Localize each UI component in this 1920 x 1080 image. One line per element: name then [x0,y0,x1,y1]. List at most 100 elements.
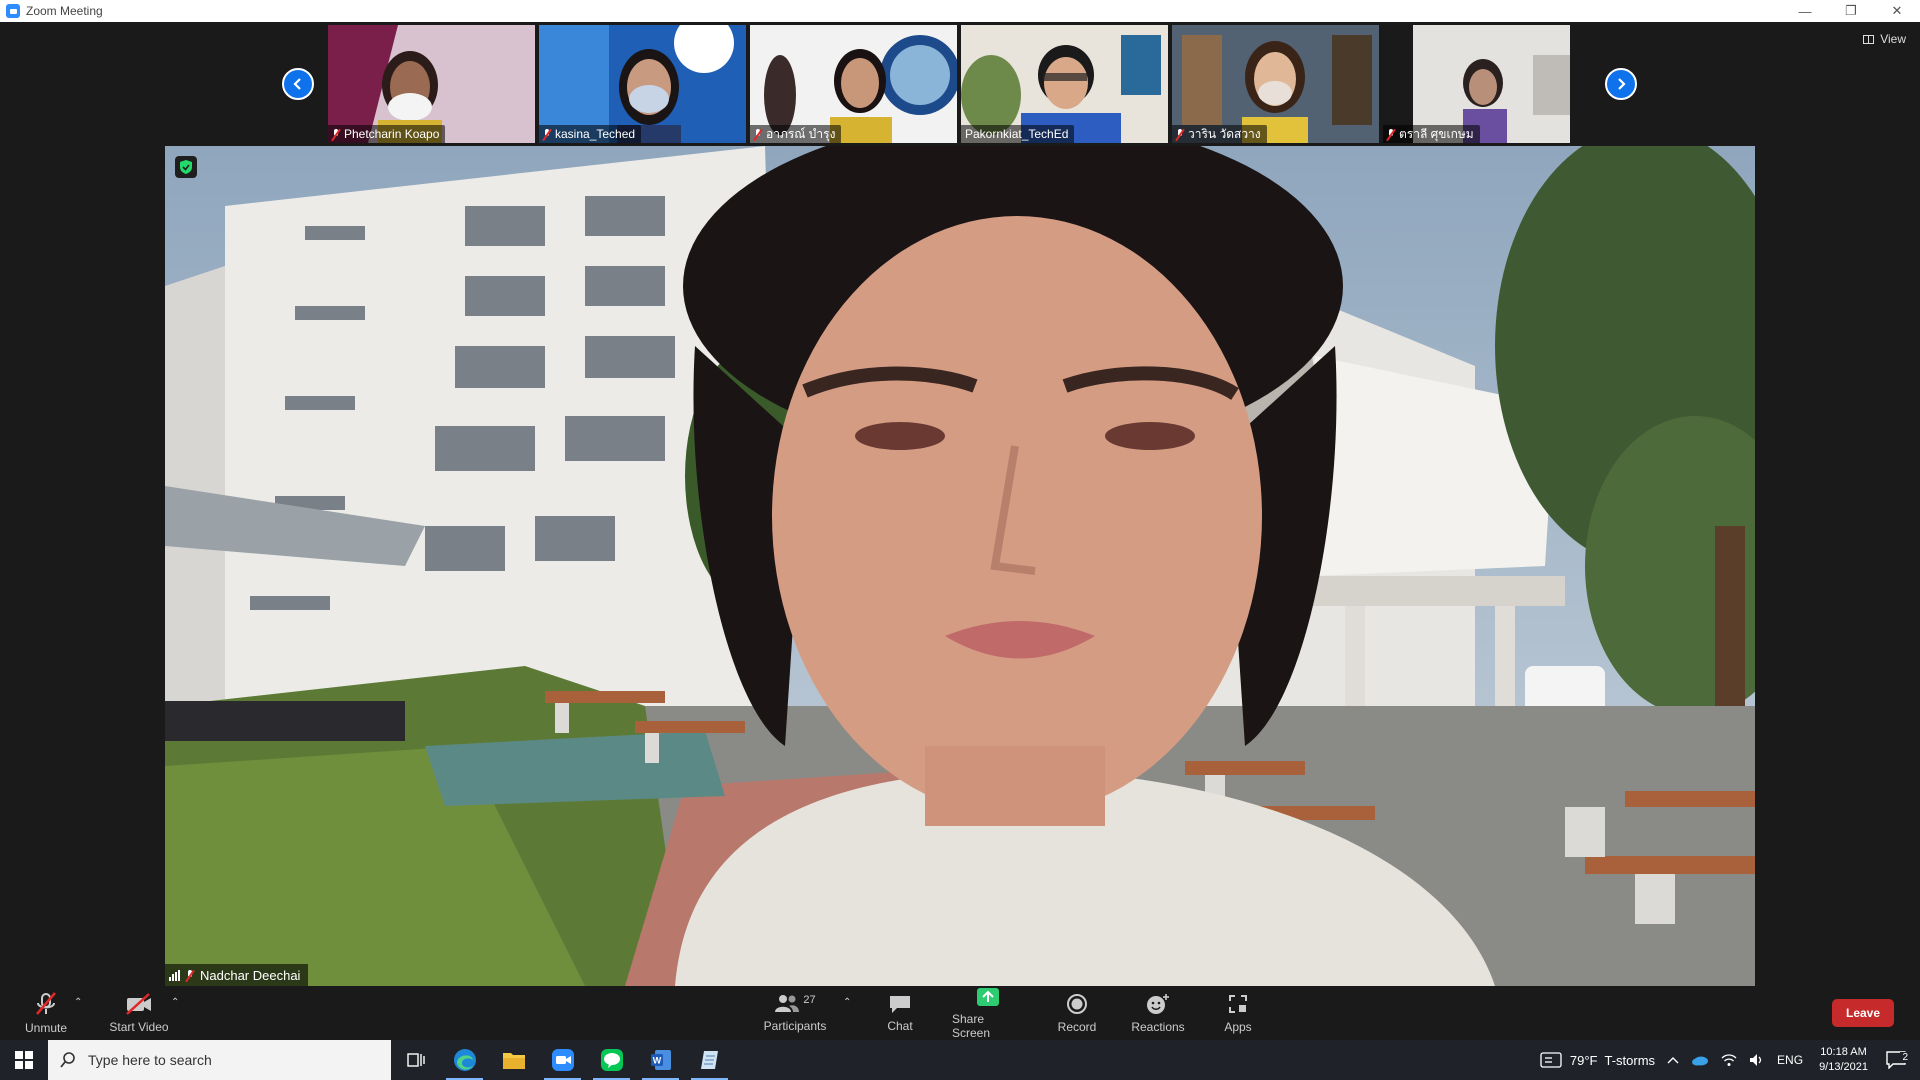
participants-label: Participants [763,1018,827,1033]
participant-name-label: ตราลี ศุขเกษม [1383,125,1480,143]
leave-button[interactable]: Leave [1832,999,1894,1027]
taskbar-word[interactable]: W [636,1040,685,1080]
start-video-label: Start Video [109,1019,169,1034]
weather-text: 79°F T-storms [1569,1052,1656,1068]
folder-icon [502,1053,525,1069]
taskbar-clock[interactable]: 10:18 AM 9/13/2021 [1809,1045,1878,1075]
participant-thumbnail[interactable]: อาภรณ์ บำรุง [750,25,957,143]
notepad-icon [700,1051,718,1069]
grid-view-icon [1863,34,1875,44]
taskbar-edge[interactable] [440,1040,489,1080]
notification-count: 2 [1900,1052,1910,1063]
participants-options-caret[interactable]: ⌃ [843,997,851,1008]
close-button[interactable]: ✕ [1874,0,1920,22]
onedrive-tray[interactable] [1685,1054,1715,1066]
encryption-shield-icon[interactable] [175,156,197,178]
apps-button[interactable]: Apps [1220,986,1256,1040]
active-speaker-video[interactable]: Nadchar Deechai [165,146,1755,986]
weather-widget-icon [1540,1052,1562,1068]
record-label: Record [1057,1019,1097,1034]
video-options-caret[interactable]: ⌃ [171,997,179,1008]
signal-strength-icon [169,969,180,981]
taskbar-notepad[interactable] [685,1040,734,1080]
meeting-stage: Phetcharin Koapo kasina_Teched อาภรณ์ บำ… [0,22,1920,986]
tray-overflow-button[interactable] [1661,1055,1685,1065]
taskbar-file-explorer[interactable] [489,1040,538,1080]
volume-tray[interactable] [1743,1053,1771,1067]
participant-name-label: อาภรณ์ บำรุง [750,125,842,143]
window-controls: — ❐ ✕ [1782,0,1920,22]
participants-icon [775,994,800,1012]
apps-label: Apps [1224,1019,1252,1034]
window-title: Zoom Meeting [26,4,103,18]
svg-text:W: W [652,1056,661,1066]
reactions-button[interactable]: Reactions [1130,986,1186,1040]
participant-name-label: Pakornkiat_TechEd [961,125,1075,143]
participant-name: อาภรณ์ บำรุง [766,126,836,141]
clock-time: 10:18 AM [1820,1046,1867,1058]
chat-button[interactable]: Chat [880,986,920,1040]
apps-icon [1229,994,1247,1013]
search-icon [60,1052,75,1068]
task-view-button[interactable] [391,1040,440,1080]
share-screen-button[interactable]: Share Screen [952,986,1024,1040]
gallery-next-button[interactable] [1605,68,1637,100]
notification-center-button[interactable]: 2 [1878,1051,1920,1069]
participant-thumbnail[interactable]: kasina_Teched [539,25,746,143]
taskbar-zoom[interactable] [538,1040,587,1080]
language-text: ENG [1777,1053,1804,1067]
mic-muted-icon [754,128,762,140]
zoom-icon [551,1049,574,1071]
search-placeholder: Type here to search [88,1052,212,1068]
share-screen-icon [977,987,999,1006]
view-button[interactable]: View [1863,32,1906,46]
speaker-name-label: Nadchar Deechai [165,964,309,986]
taskbar-search-box[interactable]: Type here to search [48,1040,391,1080]
system-tray: 79°F T-storms ENG 10:18 AM 9/13/2021 2 [1534,1040,1920,1080]
taskbar-line[interactable] [587,1040,636,1080]
speaker-volume-icon [1750,1054,1762,1066]
participant-thumbnail[interactable]: วาริน วัดสวาง [1172,25,1379,143]
share-screen-label: Share Screen [952,1011,991,1040]
mic-muted-icon [1387,128,1395,140]
participant-name: วาริน วัดสวาง [1188,126,1261,141]
participant-name-label: Phetcharin Koapo [328,125,446,143]
speaker-name: Nadchar Deechai [200,967,301,983]
wifi-icon [1721,1054,1737,1066]
start-button[interactable] [0,1040,48,1080]
participant-thumbnail[interactable]: ตราลี ศุขเกษม [1383,25,1590,143]
participant-name-label: kasina_Teched [539,125,642,143]
network-tray[interactable] [1715,1053,1743,1067]
weather-widget[interactable]: 79°F T-storms [1534,1052,1661,1068]
chat-label: Chat [887,1018,913,1033]
clock-date: 9/13/2021 [1819,1061,1868,1073]
window-titlebar: Zoom Meeting — ❐ ✕ [0,0,1920,22]
line-messenger-icon [600,1049,623,1071]
meeting-toolbar: Unmute ⌃ Start Video ⌃ 27 Participants ⌃… [0,986,1920,1040]
restore-button[interactable]: ❐ [1828,0,1874,22]
zoom-app-icon [6,4,20,18]
participant-name: kasina_Teched [555,127,636,141]
participants-button[interactable]: 27 Participants [760,986,830,1040]
gallery-strip: Phetcharin Koapo kasina_Teched อาภรณ์ บำ… [328,25,1590,143]
windows-logo-icon [15,1051,33,1069]
audio-options-caret[interactable]: ⌃ [74,997,82,1008]
participant-thumbnail[interactable]: Pakornkiat_TechEd [961,25,1168,143]
participant-thumbnail[interactable]: Phetcharin Koapo [328,25,535,143]
participant-name: Pakornkiat_TechEd [965,127,1069,141]
chevron-right-icon [1618,78,1626,90]
unmute-button[interactable]: Unmute [20,986,72,1040]
mic-muted-icon [332,128,340,140]
participants-count: 27 [803,993,816,1006]
language-indicator[interactable]: ENG [1771,1053,1809,1067]
reactions-label: Reactions [1131,1019,1185,1034]
windows-taskbar: Type here to search W 79°F T-storms ENG … [0,1040,1920,1080]
word-icon: W [650,1050,671,1070]
minimize-button[interactable]: — [1782,0,1828,22]
start-video-button[interactable]: Start Video [106,986,172,1040]
mic-muted-icon [1176,128,1184,140]
gallery-prev-button[interactable] [282,68,314,100]
cloud-icon [1692,1056,1709,1066]
chevron-left-icon [293,78,301,90]
record-button[interactable]: Record [1057,986,1097,1040]
